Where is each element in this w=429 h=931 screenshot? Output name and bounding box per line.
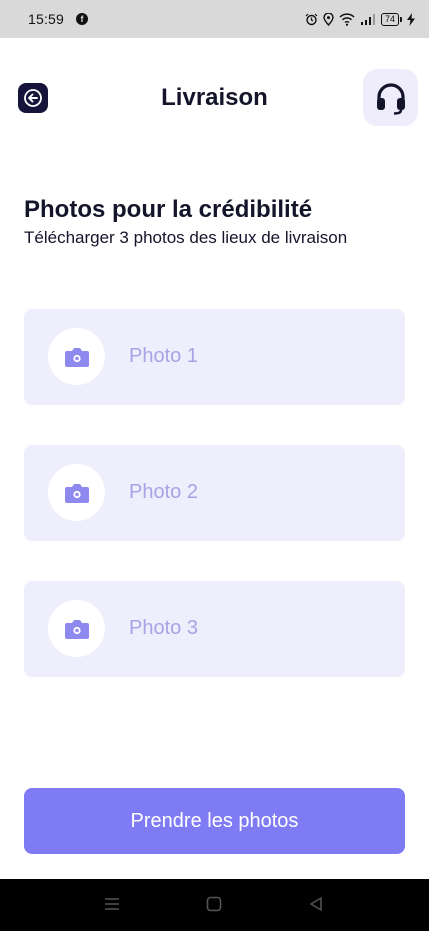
status-icons: 74 (305, 12, 415, 26)
section-title: Photos pour la crédibilité (24, 196, 313, 223)
home-icon[interactable] (206, 895, 222, 913)
charging-icon (407, 12, 415, 26)
location-icon (323, 12, 334, 26)
status-time: 15:59 (28, 11, 65, 27)
navigation-bar (0, 879, 429, 931)
camera-button[interactable] (48, 328, 105, 385)
battery-icon: 74 (380, 12, 402, 26)
photo-label: Photo 1 (129, 345, 198, 367)
section-subtitle: Télécharger 3 photos des lieux de livrai… (24, 228, 348, 247)
menu-icon[interactable] (103, 895, 121, 913)
camera-icon (64, 619, 89, 639)
wifi-icon (339, 12, 355, 26)
photo-slot-2[interactable]: Photo 2 (24, 445, 405, 541)
camera-button[interactable] (48, 600, 105, 657)
status-bar: 15:59 f 74 (0, 0, 429, 38)
signal-icon (360, 14, 375, 25)
photo-slot-3[interactable]: Photo 3 (24, 581, 405, 677)
camera-icon (64, 347, 89, 367)
battery-level: 74 (380, 12, 399, 26)
photo-slot-1[interactable]: Photo 1 (24, 309, 405, 405)
facebook-icon: f (76, 13, 89, 25)
alarm-icon (305, 13, 318, 25)
take-photos-button[interactable]: Prendre les photos (24, 788, 405, 854)
photo-label: Photo 2 (129, 481, 198, 503)
back-icon[interactable] (308, 895, 324, 913)
headset-icon (376, 82, 405, 115)
support-button[interactable] (363, 69, 418, 126)
photo-label: Photo 3 (129, 617, 198, 639)
camera-button[interactable] (48, 464, 105, 521)
camera-icon (64, 483, 89, 503)
